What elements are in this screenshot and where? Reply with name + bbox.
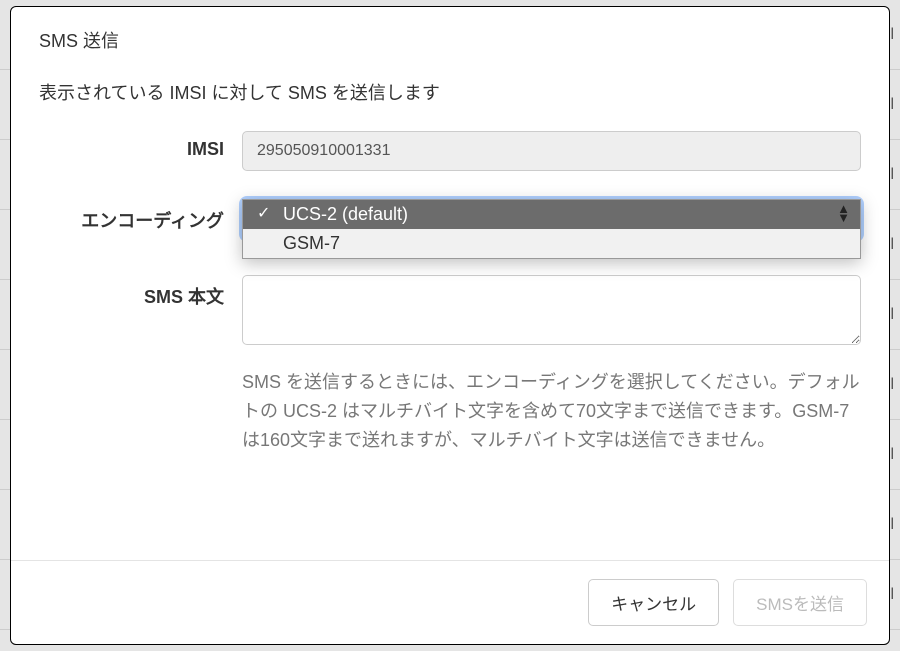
imsi-readonly-field: 295050910001331 xyxy=(242,131,861,171)
option-label: GSM-7 xyxy=(283,233,340,253)
encoding-option-ucs2[interactable]: ✓ UCS-2 (default) xyxy=(243,200,860,229)
encoding-label: エンコーディング xyxy=(39,199,224,233)
encoding-help-text: SMS を送信するときには、エンコーディングを選択してください。デフォルトの U… xyxy=(242,368,861,454)
cancel-button[interactable]: キャンセル xyxy=(588,579,719,626)
modal-description: 表示されている IMSI に対して SMS を送信します xyxy=(39,79,861,105)
encoding-option-gsm7[interactable]: GSM-7 xyxy=(243,229,860,258)
send-sms-button[interactable]: SMSを送信 xyxy=(733,579,867,626)
modal-footer: キャンセル SMSを送信 xyxy=(11,560,889,644)
sms-send-modal: SMS 送信 表示されている IMSI に対して SMS を送信します IMSI… xyxy=(10,6,890,645)
row-encoding: エンコーディング ✓ UCS-2 (default) GSM-7 ▲▼ xyxy=(39,199,861,239)
encoding-dropdown-list: ✓ UCS-2 (default) GSM-7 ▲▼ xyxy=(242,199,861,259)
modal-title: SMS 送信 xyxy=(11,7,889,71)
row-sms-body: SMS 本文 SMS を送信するときには、エンコーディングを選択してください。デ… xyxy=(39,275,861,454)
check-icon: ✓ xyxy=(257,203,270,223)
select-arrows-icon: ▲▼ xyxy=(837,204,850,222)
modal-body: 表示されている IMSI に対して SMS を送信します IMSI 295050… xyxy=(11,71,889,560)
option-label: UCS-2 (default) xyxy=(283,204,408,224)
imsi-label: IMSI xyxy=(39,131,224,160)
sms-body-label: SMS 本文 xyxy=(39,275,224,309)
row-imsi: IMSI 295050910001331 xyxy=(39,131,861,171)
sms-body-textarea[interactable] xyxy=(242,275,861,345)
